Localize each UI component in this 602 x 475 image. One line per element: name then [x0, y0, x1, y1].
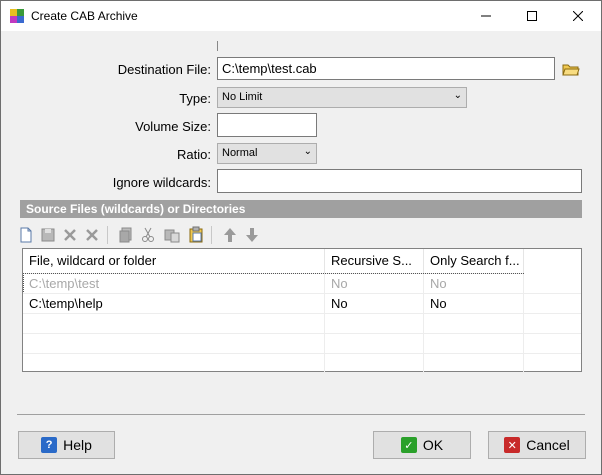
type-select[interactable]: No Limit ⌄	[217, 87, 467, 108]
table-row-empty[interactable]	[23, 353, 581, 373]
table-row-empty[interactable]	[23, 313, 581, 334]
toolbar-separator	[211, 226, 212, 244]
check-icon: ✓	[400, 437, 417, 453]
ratio-select-value: Normal	[222, 147, 258, 159]
cut-icon[interactable]	[139, 226, 157, 244]
move-down-icon[interactable]	[243, 226, 261, 244]
source-files-section-header: Source Files (wildcards) or Directories	[20, 200, 582, 218]
ratio-label: Ratio:	[177, 147, 211, 162]
volume-size-label: Volume Size:	[135, 119, 211, 134]
browse-folder-icon[interactable]	[562, 61, 580, 77]
paste-copy-icon[interactable]	[163, 226, 181, 244]
empty-cell	[325, 314, 424, 333]
new-item-icon[interactable]	[17, 226, 35, 244]
cancel-button[interactable]: ✕ Cancel	[488, 431, 586, 459]
title-bar: Create CAB Archive	[1, 1, 601, 31]
delete-all-icon[interactable]	[83, 226, 101, 244]
delete-icon[interactable]	[61, 226, 79, 244]
chevron-down-icon: ⌄	[453, 90, 462, 101]
help-button-label: Help	[63, 437, 92, 453]
row-path: C:\temp\help	[23, 294, 325, 313]
table-row[interactable]: C:\temp\help No No	[23, 293, 581, 314]
column-header-recursive[interactable]: Recursive S...	[325, 249, 424, 273]
empty-cell	[424, 314, 524, 333]
ok-button-label: OK	[422, 437, 444, 453]
table-row-empty[interactable]	[23, 333, 581, 354]
app-icon	[10, 9, 24, 23]
paste-icon[interactable]	[187, 226, 205, 244]
ignore-wildcards-label: Ignore wildcards:	[112, 175, 211, 190]
chevron-down-icon: ⌄	[303, 146, 312, 157]
copy-icon[interactable]	[117, 226, 135, 244]
type-select-value: No Limit	[222, 91, 263, 103]
empty-cell	[424, 354, 524, 373]
row-only-search: No	[424, 274, 524, 293]
column-header-file[interactable]: File, wildcard or folder	[23, 249, 325, 273]
text-cursor-mark	[217, 41, 218, 51]
empty-cell	[424, 334, 524, 353]
cancel-x-icon: ✕	[504, 437, 521, 453]
volume-size-input[interactable]	[217, 113, 317, 137]
destination-file-label: Destination File:	[117, 62, 211, 77]
destination-file-input[interactable]: C:\temp\test.cab	[217, 57, 555, 80]
toolbar-separator	[107, 226, 108, 244]
empty-cell	[325, 334, 424, 353]
minimize-icon	[481, 15, 491, 17]
close-icon	[573, 11, 583, 21]
minimize-button[interactable]	[463, 1, 509, 31]
row-path: C:\temp\test	[23, 274, 325, 293]
help-icon: ?	[41, 437, 58, 453]
ok-button[interactable]: ✓ OK	[373, 431, 471, 459]
empty-cell	[23, 354, 325, 373]
empty-cell	[23, 314, 325, 333]
cancel-button-label: Cancel	[526, 437, 570, 453]
column-header-only-search[interactable]: Only Search f...	[424, 249, 524, 273]
source-files-table: File, wildcard or folder Recursive S... …	[22, 248, 582, 373]
table-row[interactable]: C:\temp\test No No	[23, 273, 524, 294]
empty-cell	[23, 334, 325, 353]
divider	[17, 414, 585, 415]
close-button[interactable]	[555, 1, 601, 31]
empty-cell	[325, 354, 424, 373]
save-icon[interactable]	[39, 226, 57, 244]
ignore-wildcards-input[interactable]	[217, 169, 582, 193]
ratio-select[interactable]: Normal ⌄	[217, 143, 317, 164]
move-up-icon[interactable]	[221, 226, 239, 244]
type-label: Type:	[179, 91, 211, 106]
help-button[interactable]: ? Help	[18, 431, 115, 459]
window-title: Create CAB Archive	[31, 9, 138, 23]
maximize-button[interactable]	[509, 1, 555, 31]
row-recursive: No	[325, 294, 424, 313]
create-cab-dialog: Create CAB Archive Destination File: C:\…	[0, 0, 602, 475]
row-recursive: No	[325, 274, 424, 293]
maximize-icon	[527, 11, 537, 21]
row-only-search: No	[424, 294, 524, 313]
